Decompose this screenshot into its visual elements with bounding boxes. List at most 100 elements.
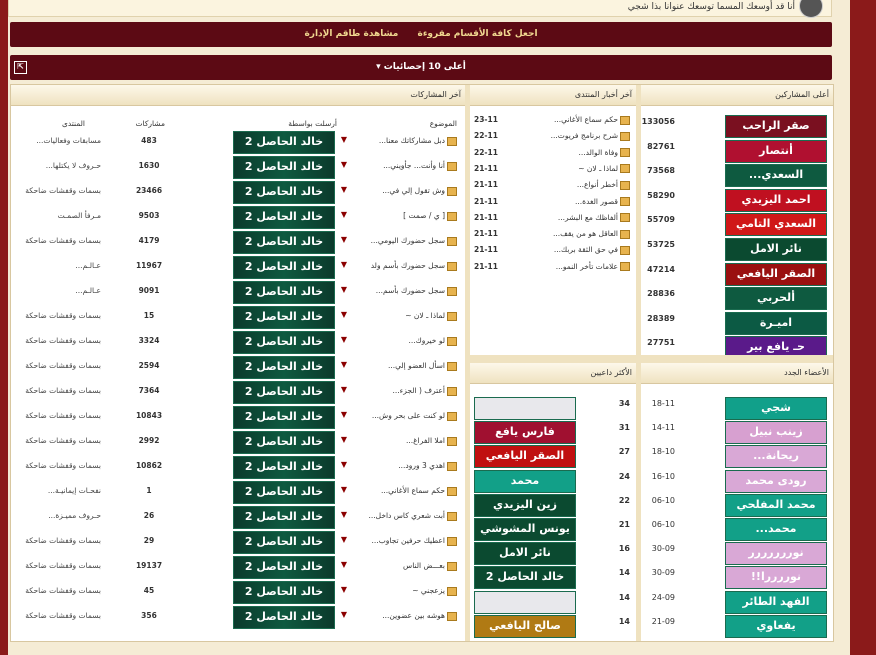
news-item[interactable]: في حق الثقة بربك... [554,245,630,259]
topic-link[interactable]: دبل مشاركاتك معنا... [379,131,457,151]
news-item[interactable]: لماذا ـ لان ~ [578,164,630,178]
member-name-link[interactable]: صالح اليافعي [474,614,576,638]
stats-header[interactable]: أعلى 10 إحصائيات ▾ ⇱ [10,55,832,80]
news-title-link[interactable]: أخطر أنواع... [577,180,618,189]
member-name-link[interactable]: شجي [725,397,827,420]
news-title-link[interactable]: قصور الغدة... [575,197,618,206]
author-link[interactable]: خالد الحاصل 2 [233,406,335,429]
topic-link[interactable]: [ ي / صمت ] [403,206,457,226]
author-link[interactable]: خالد الحاصل 2 [233,481,335,504]
topic-title[interactable]: يزعجني ~ [412,586,445,595]
member-name-link[interactable]: أنتصار [725,139,827,163]
news-item[interactable]: ألفاظك مع البشر... [558,213,630,227]
arrow-icon[interactable]: ▼ [341,560,347,574]
topic-title[interactable]: [ ي / صمت ] [403,211,445,220]
topic-link[interactable]: أعترف ( الجزء... [393,381,457,401]
news-title-link[interactable]: شرح برنامج فريوت... [551,131,618,140]
topic-title[interactable]: لو خيروك... [408,336,445,345]
topic-link[interactable]: حكم سماع الأغاني... [381,481,457,501]
arrow-icon[interactable]: ▼ [341,185,347,199]
arrow-icon[interactable]: ▼ [341,310,347,324]
author-link[interactable]: خالد الحاصل 2 [233,506,335,529]
arrow-icon[interactable]: ▼ [341,235,347,249]
member-name-link[interactable]: الفهد الطائر [725,590,827,614]
arrow-icon[interactable]: ▼ [341,210,347,224]
topic-title[interactable]: املا الفراغ... [406,436,445,445]
member-name-link[interactable]: يونس المشوشي [474,518,576,541]
arrow-icon[interactable]: ▼ [341,285,347,299]
topic-title[interactable]: سجل حضورك بأسم ولد [371,261,445,270]
member-name-link[interactable]: فارس يافع [474,421,576,445]
arrow-icon[interactable]: ▼ [341,610,347,624]
author-link[interactable]: خالد الحاصل 2 [233,331,335,354]
author-link[interactable]: خالد الحاصل 2 [233,556,335,579]
member-name-link[interactable]: اميـرة [725,311,827,335]
topic-title[interactable]: لو كنت على بحر وش... [372,411,445,420]
news-item[interactable]: وفاة الوالد... [578,148,630,162]
topic-title[interactable]: هوشه بين عضوين... [382,611,445,620]
member-name-link[interactable]: يفعاوي [725,614,827,638]
member-name-link[interactable]: الصقر اليافعي [725,262,827,286]
member-name-link[interactable]: نائر الامل [725,238,827,261]
author-link[interactable]: خالد الحاصل 2 [233,356,335,379]
topic-title[interactable]: لماذا ـ لان ~ [405,311,445,320]
member-name-link[interactable]: خالد الحاصل 2 [474,566,576,590]
author-link[interactable]: خالد الحاصل 2 [233,156,335,179]
topic-title[interactable]: اسأل العضو إلي... [388,361,445,370]
topic-title[interactable]: دبل مشاركاتك معنا... [379,136,445,145]
topic-link[interactable]: بعـــض الناس [403,556,457,576]
mark-all-read-link[interactable]: اجعل كافة الأقسام مقروءة [418,29,538,39]
topic-link[interactable]: اعطيك حرفين تجاوب... [372,531,457,551]
member-name-link[interactable] [474,397,576,420]
topic-title[interactable]: أبت شعري كاس داخل... [368,511,445,520]
topic-link[interactable]: أنا وأنت... جأويني... [383,156,457,176]
news-item[interactable]: حكم سماع الأغاني... [554,115,630,129]
news-item[interactable]: أخطر أنواع... [577,180,630,194]
arrow-icon[interactable]: ▼ [341,335,347,349]
topic-title[interactable]: سجل حضورك اليومي... [371,236,445,245]
author-link[interactable]: خالد الحاصل 2 [233,606,335,629]
topic-link[interactable]: هوشه بين عضوين... [382,606,457,626]
member-name-link[interactable]: محمد [474,469,576,493]
news-item[interactable]: علامات تأخر النمو... [556,262,630,276]
topic-link[interactable]: لماذا ـ لان ~ [405,306,457,326]
author-link[interactable]: خالد الحاصل 2 [233,306,335,329]
arrow-icon[interactable]: ▼ [341,460,347,474]
member-name-link[interactable] [474,590,576,614]
author-link[interactable]: خالد الحاصل 2 [233,256,335,279]
arrow-icon[interactable]: ▼ [341,510,347,524]
topic-link[interactable]: سجل حضورك بأسم ولد [371,256,457,276]
news-item[interactable]: قصور الغدة... [575,197,630,211]
member-name-link[interactable]: ريحانة... [725,445,827,469]
topic-title[interactable]: أنا وأنت... جأويني... [383,161,445,170]
author-link[interactable]: خالد الحاصل 2 [233,581,335,604]
news-title-link[interactable]: علامات تأخر النمو... [556,262,618,271]
arrow-icon[interactable]: ▼ [341,435,347,449]
news-item[interactable]: شرح برنامج فريوت... [551,131,630,145]
topic-title[interactable]: أعترف ( الجزء... [393,386,445,395]
arrow-icon[interactable]: ▼ [341,360,347,374]
member-name-link[interactable]: نائر الامل [474,542,576,566]
arrow-icon[interactable]: ▼ [341,585,347,599]
arrow-icon[interactable]: ▼ [341,385,347,399]
topic-title[interactable]: حكم سماع الأغاني... [381,486,445,495]
arrow-icon[interactable]: ▼ [341,485,347,499]
topic-link[interactable]: أبت شعري كاس داخل... [368,506,457,526]
news-title-link[interactable]: في حق الثقة بربك... [554,245,618,254]
member-name-link[interactable]: محمد... [725,518,827,541]
member-name-link[interactable]: زين اليزيدي [474,493,576,517]
member-name-link[interactable]: زينب نبيل [725,421,827,445]
author-link[interactable]: خالد الحاصل 2 [233,281,335,304]
topic-link[interactable]: يزعجني ~ [412,581,457,601]
news-title-link[interactable]: وفاة الوالد... [578,148,618,157]
author-link[interactable]: خالد الحاصل 2 [233,206,335,229]
news-item[interactable]: العاقل هو من يقف... [553,229,630,243]
arrow-icon[interactable]: ▼ [341,410,347,424]
topic-link[interactable]: لو خيروك... [408,331,457,351]
avatar[interactable] [799,0,823,18]
arrow-icon[interactable]: ▼ [341,535,347,549]
topic-title[interactable]: اعطيك حرفين تجاوب... [372,536,445,545]
topic-link[interactable]: وش تقول إلي في... [382,181,457,201]
member-name-link[interactable]: محمد المفلحي [725,493,827,517]
member-name-link[interactable]: ألحربي [725,287,827,311]
